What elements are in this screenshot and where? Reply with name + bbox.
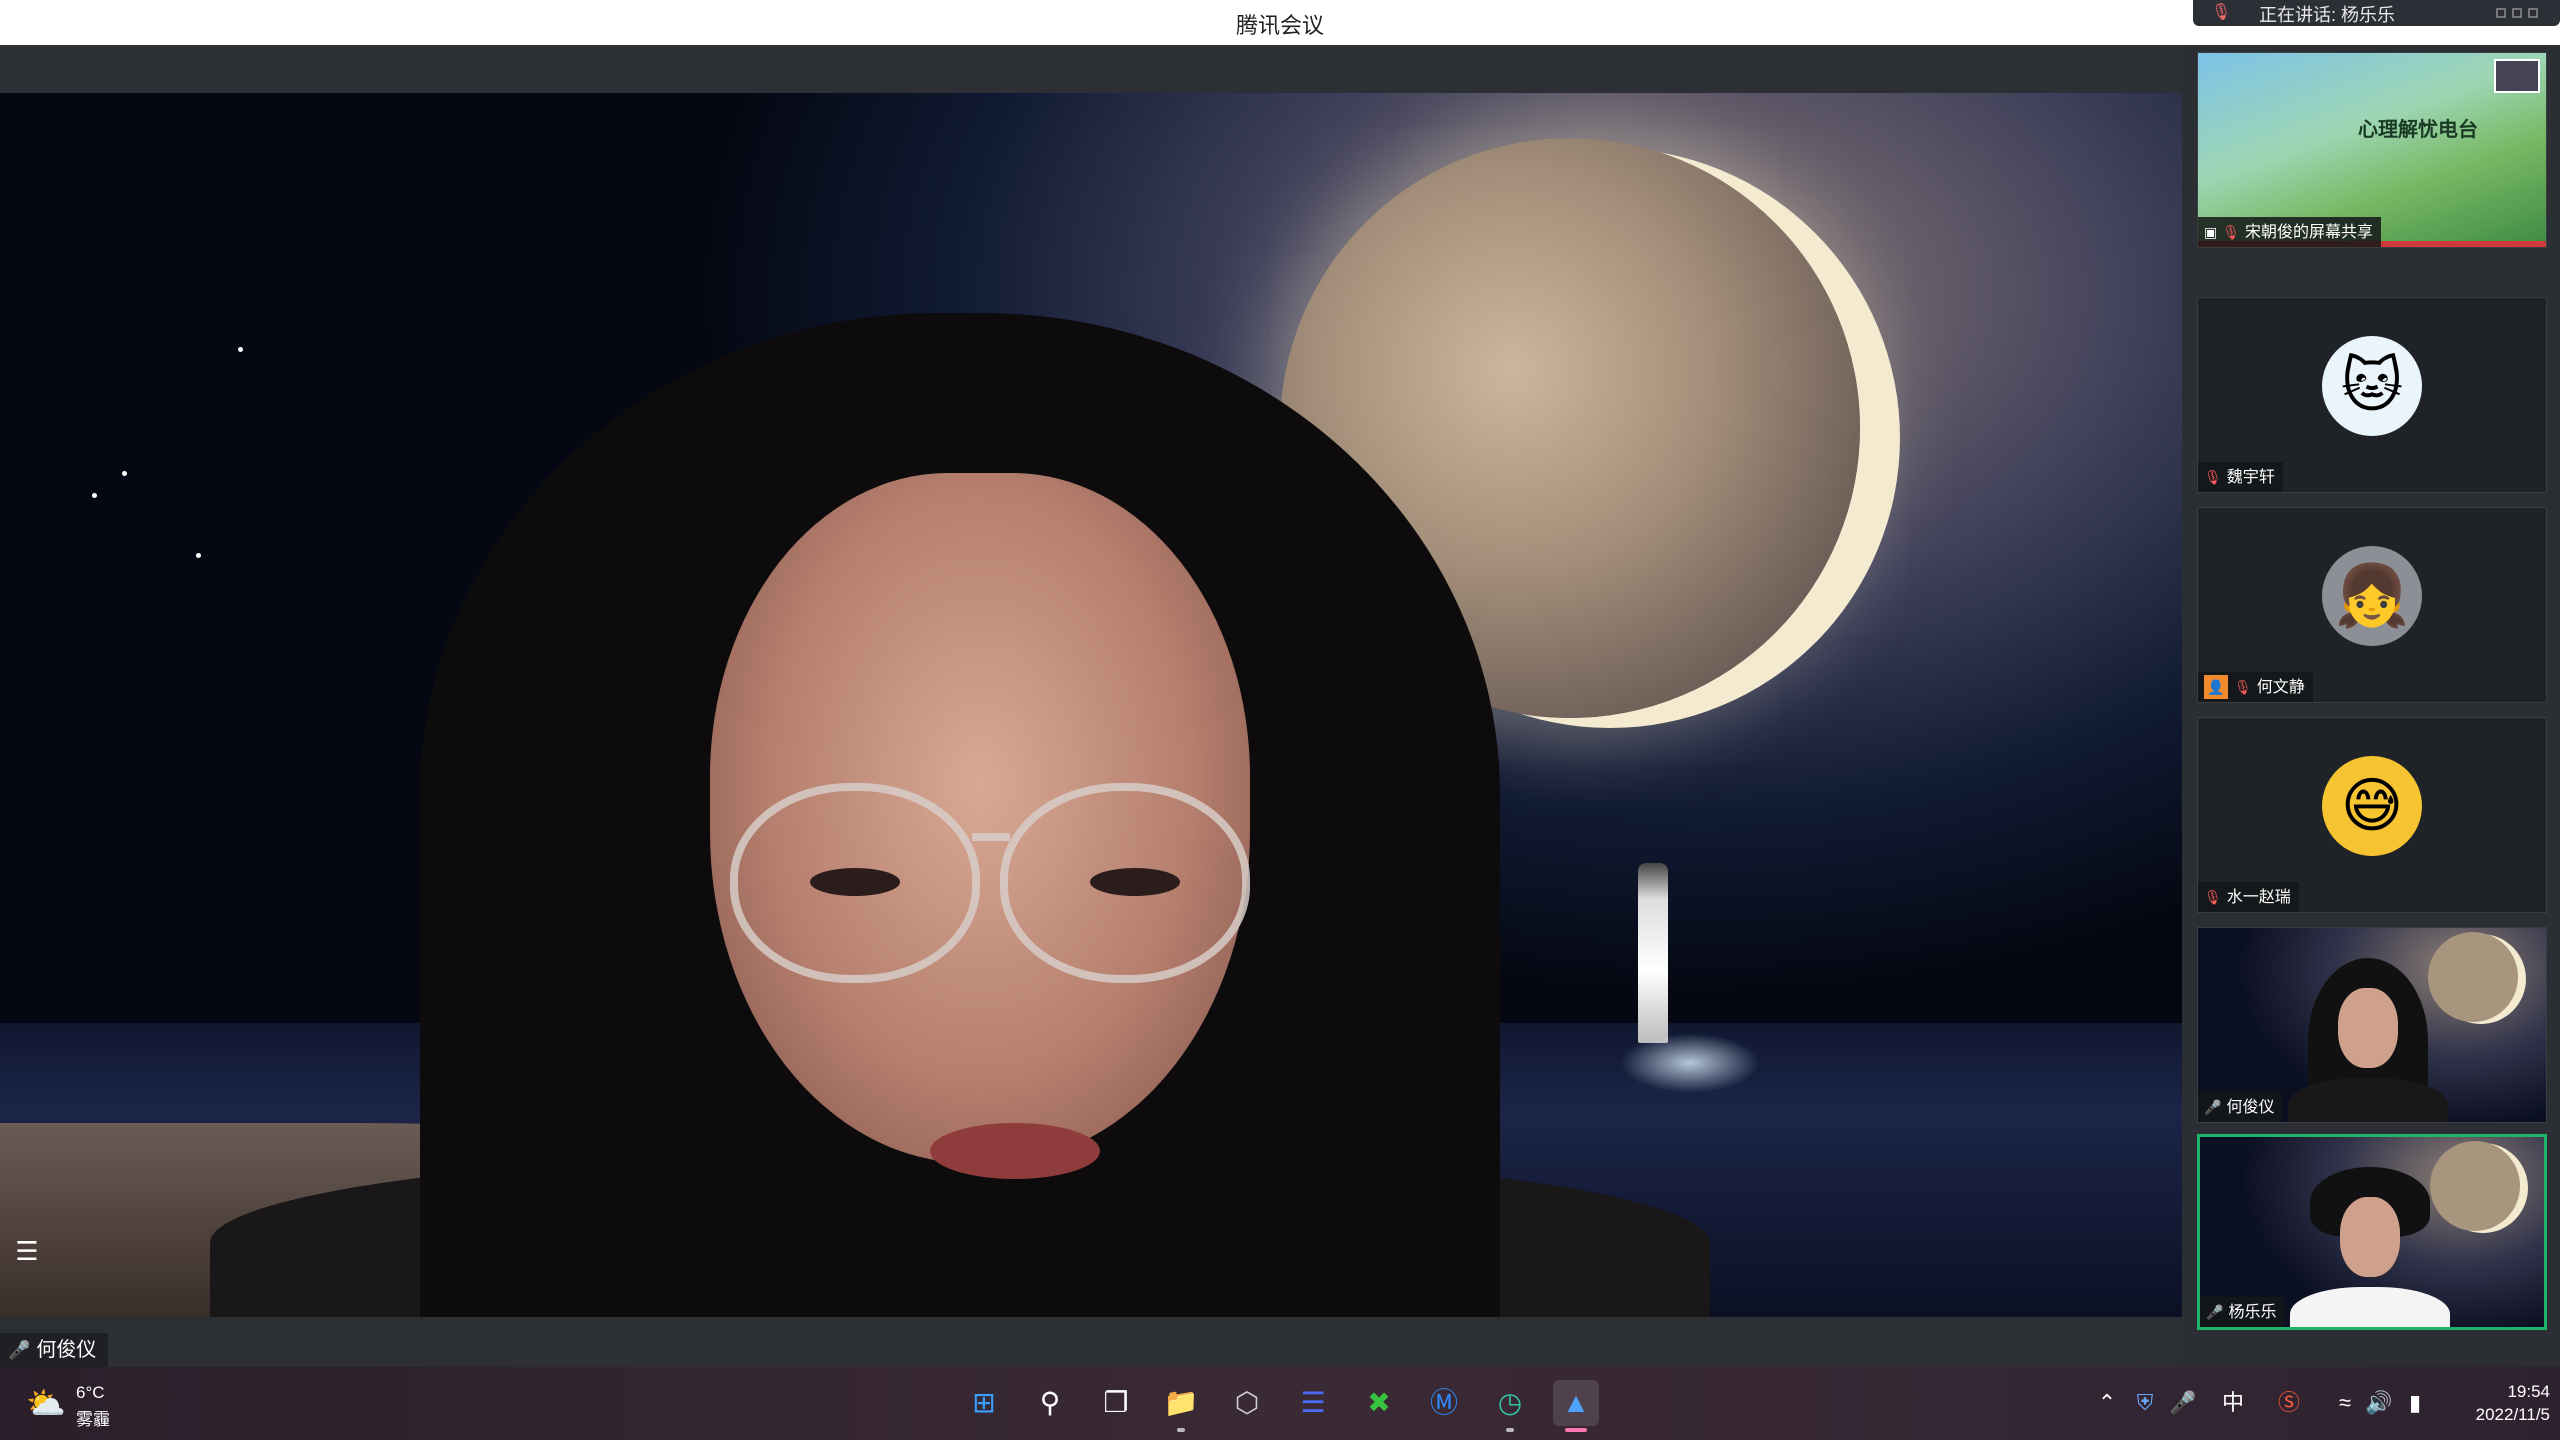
running-indicator [1177, 1428, 1185, 1432]
system-clock[interactable]: 19:54 2022/11/5 [2440, 1380, 2550, 1426]
clock-date: 2022/11/5 [2475, 1405, 2550, 1424]
background-moon [2428, 932, 2518, 1022]
tile-label: 🎤 何俊仪 [2198, 1092, 2283, 1122]
sweat-smile-emoji-avatar-icon: 😅 [2322, 756, 2422, 856]
participant-tile-video[interactable]: 🎤 何俊仪 [2197, 927, 2547, 1123]
speaking-indicator: 🎙 正在讲话: 杨乐乐 [2193, 0, 2560, 26]
bottom-toolbar-strip [0, 1317, 2182, 1367]
unity-hub-icon[interactable]: ⬡ [1224, 1380, 1270, 1426]
tile-label: 👤 🎙 何文静 [2198, 672, 2313, 702]
participant-tile[interactable]: 😅 🎙 水一赵瑞 [2197, 717, 2547, 913]
main-video[interactable]: ☰ [0, 93, 2182, 1317]
ime-indicator[interactable]: 中 [2216, 1387, 2250, 1419]
screen-share-camera-thumbnail [2494, 59, 2540, 93]
person-lips [930, 1123, 1100, 1179]
tile-label: 🎙 魏宇轩 [2198, 462, 2283, 492]
person-body [2288, 1078, 2448, 1122]
window-title: 腾讯会议 [1235, 13, 1324, 38]
xbox-icon[interactable]: ✖ [1356, 1380, 1402, 1426]
tencent-meeting-icon[interactable]: ▲ [1553, 1380, 1599, 1432]
microphone-icon[interactable]: 🎤 [2168, 1387, 2198, 1419]
list-icon[interactable]: ☰ [12, 1236, 42, 1266]
edge-browser-icon[interactable]: ◷ [1487, 1380, 1533, 1432]
running-indicator [1565, 1428, 1587, 1432]
participant-name: 宋朝俊的屏幕共享 [2245, 224, 2374, 241]
file-explorer-icon[interactable]: 📁 [1158, 1380, 1204, 1432]
defender-icon[interactable]: ⛨ [2130, 1387, 2160, 1419]
microphone-icon: 🎤 [8, 1340, 31, 1360]
participant-video-person [2290, 1167, 2450, 1327]
visual-studio-icon[interactable]: ☰ [1290, 1380, 1336, 1426]
window-controls[interactable] [2490, 2, 2550, 22]
participant-tile-screen-share[interactable]: 心理解忧电台 ▣ 🎙 宋朝俊的屏幕共享 [2197, 52, 2547, 248]
participant-video-person [210, 313, 1710, 1317]
main-video-name-label: 🎤 何俊仪 [0, 1333, 109, 1367]
star [122, 471, 127, 476]
volume-icon[interactable]: 🔊 [2364, 1387, 2394, 1419]
person-face [2340, 1197, 2400, 1277]
maximize-icon[interactable] [2512, 8, 2522, 18]
participant-name: 杨乐乐 [2228, 1304, 2277, 1321]
participant-name: 何俊仪 [36, 1339, 97, 1361]
screen: 腾讯会议 🎙 正在讲话: 杨乐乐 ☰ � [0, 0, 2560, 1440]
partly-cloudy-icon: ⛅ [26, 1385, 66, 1421]
speaking-text: 正在讲话: 杨乐乐 [2259, 5, 2396, 25]
running-indicator [1506, 1428, 1514, 1432]
top-toolbar-strip [0, 45, 2182, 93]
glasses-lens [1000, 783, 1250, 983]
participant-video-person [2288, 958, 2448, 1122]
tile-label: 🎙 水一赵瑞 [2198, 882, 2299, 912]
glasses-lens [730, 783, 980, 983]
person-face [2338, 988, 2398, 1068]
background-moon [2430, 1141, 2520, 1231]
girl-avatar-icon: 👧 [2322, 546, 2422, 646]
star [92, 493, 97, 498]
chevron-up-icon[interactable]: ⌃ [2092, 1387, 2122, 1419]
cartoon-cat-avatar-icon: 🐱 [2322, 336, 2422, 436]
screen-share-icon: ▣ [2204, 224, 2218, 240]
mic-muted-icon: 🎙 [2222, 224, 2241, 240]
microphone-icon: 🎙 [2211, 4, 2232, 21]
sogou-ime-icon[interactable]: Ⓢ [2272, 1387, 2306, 1419]
clock-time: 19:54 [2507, 1382, 2550, 1401]
mic-muted-icon: 🎙 [2204, 469, 2222, 485]
battery-icon[interactable]: ▮ [2400, 1387, 2430, 1419]
participant-tile[interactable]: 🐱 🎙 魏宇轩 [2197, 297, 2547, 493]
star [196, 553, 201, 558]
weather-temp: 6°C [76, 1383, 105, 1402]
windows-taskbar: ⛅ 6°C 雾霾 ⊞ ⚲ ❐ 📁 ⬡ ☰ ✖ Ⓜ ◷ ▲ ⌃ ⛨ 🎤 中 Ⓢ ≈… [0, 1367, 2560, 1440]
microphone-icon: 🎤 [2206, 1304, 2224, 1320]
search-icon[interactable]: ⚲ [1027, 1380, 1073, 1426]
weather-desc: 雾霾 [76, 1410, 110, 1429]
participant-tile[interactable]: 👧 👤 🎙 何文静 [2197, 507, 2547, 703]
participant-tile-active-speaker[interactable]: 🎤 杨乐乐 [2197, 1134, 2547, 1330]
participant-name: 何文静 [2256, 679, 2305, 696]
participant-name: 何俊仪 [2226, 1099, 2275, 1116]
participant-name: 水一赵瑞 [2226, 889, 2291, 906]
windows-start-icon[interactable]: ⊞ [961, 1380, 1007, 1426]
mic-muted-icon: 🎙 [2234, 679, 2252, 695]
tile-label: 🎤 杨乐乐 [2200, 1297, 2285, 1327]
task-view-icon[interactable]: ❐ [1093, 1380, 1139, 1426]
person-body [2290, 1287, 2450, 1327]
weather-widget[interactable]: ⛅ 6°C 雾霾 [26, 1381, 166, 1429]
kugou-music-icon[interactable]: Ⓜ [1421, 1380, 1467, 1426]
screen-share-title: 心理解忧电台 [2358, 119, 2478, 141]
wifi-icon[interactable]: ≈ [2330, 1387, 2360, 1419]
microphone-icon: 🎤 [2204, 1099, 2222, 1115]
mic-muted-icon: 🎙 [2204, 889, 2222, 905]
tile-label: ▣ 🎙 宋朝俊的屏幕共享 [2198, 217, 2382, 247]
minimize-icon[interactable] [2496, 8, 2506, 18]
title-bar: 腾讯会议 [0, 0, 2560, 45]
close-icon[interactable] [2528, 8, 2538, 18]
participant-name: 魏宇轩 [2226, 469, 2275, 486]
glasses-bridge [972, 833, 1010, 841]
host-icon: 👤 [2204, 675, 2228, 699]
